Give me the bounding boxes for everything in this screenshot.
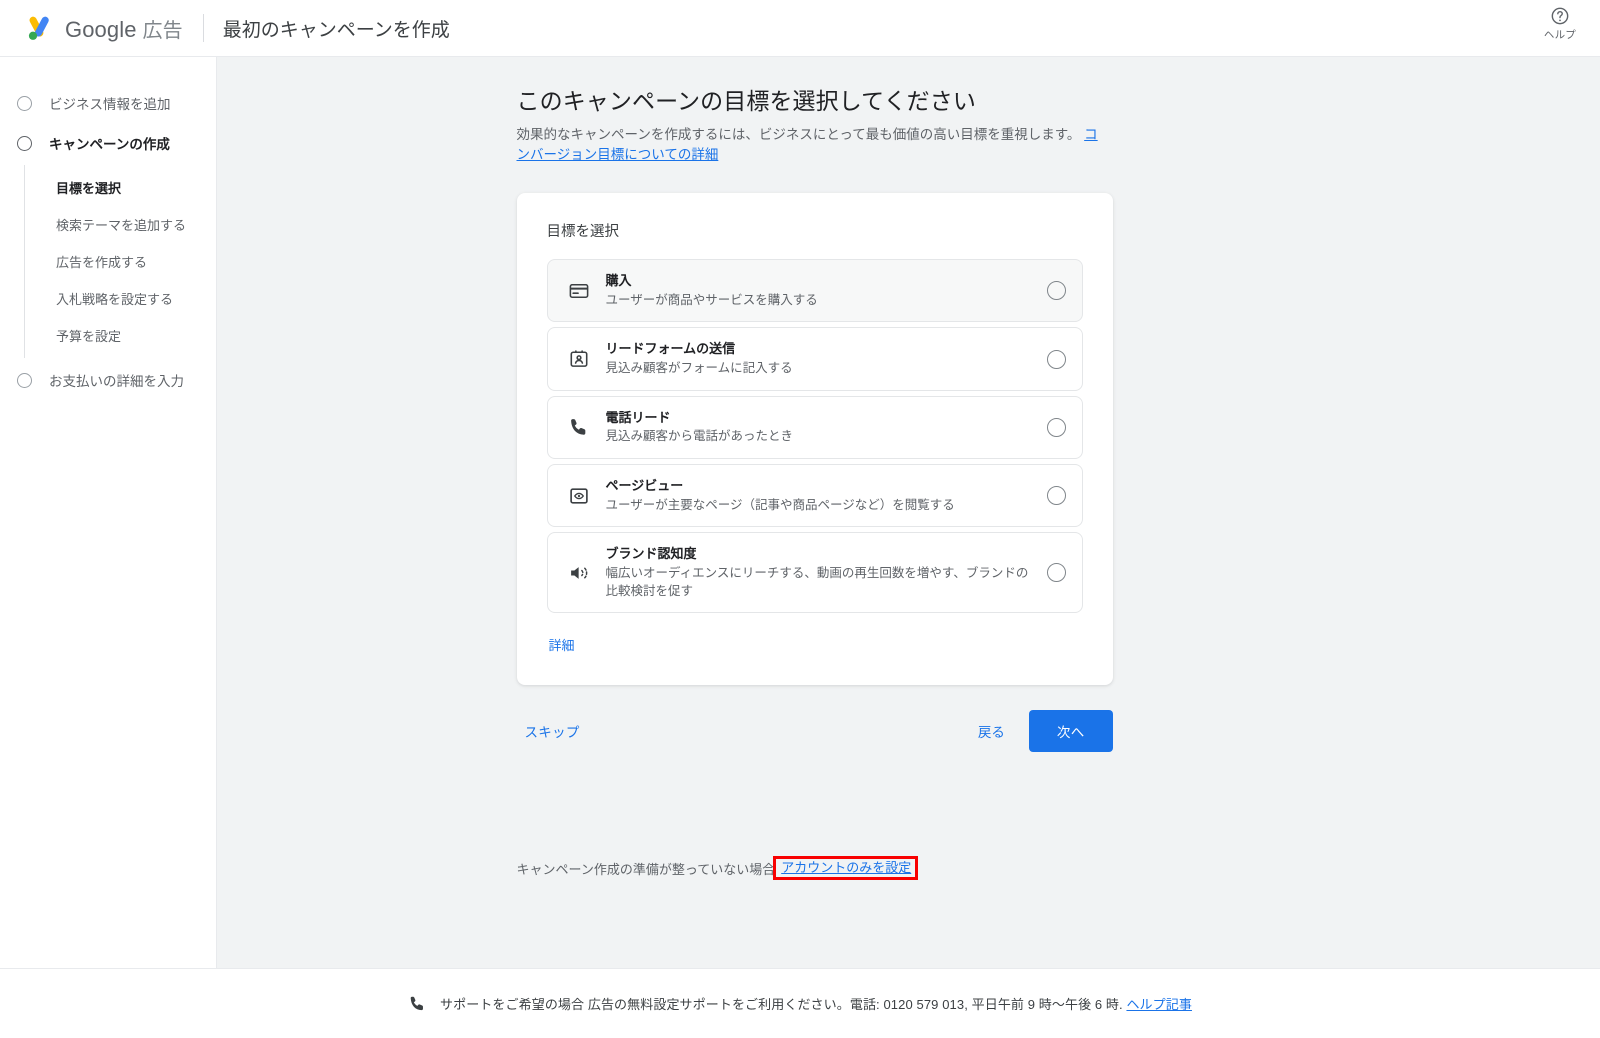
brand-text: Google 広告 [65,14,183,43]
goal-description: 幅広いオーディエンスにリーチする、動画の再生回数を増やす、ブランドの比較検討を促… [605,565,1029,598]
sidebar-item-set-budget[interactable]: 予算を設定 [25,317,216,354]
footer-text-content: サポートをご希望の場合 広告の無料設定サポートをご利用ください。電話: 0120… [440,997,1123,1012]
goal-description: 見込み顧客から電話があったとき [605,429,794,444]
goal-radio-phone-lead[interactable] [1046,417,1066,437]
help-label: ヘルプ [1543,29,1576,41]
goal-description: ユーザーが主要なページ（記事や商品ページなど）を閲覧する [605,497,955,512]
goal-selection-card: 目標を選択 購入 ユーザーが商品やサービスを購入する リードフォームの送信 見込… [516,193,1113,686]
step-circle-icon [17,95,32,111]
page-title: 最初のキャンペーンを作成 [222,19,450,41]
action-bar: スキップ 戻る 次へ [517,710,1113,753]
goal-name: 購入 [605,273,632,289]
goal-option-page-view[interactable]: ページビュー ユーザーが主要なページ（記事や商品ページなど）を閲覧する [546,464,1083,528]
account-only-link[interactable]: アカウントのみを設定 [781,860,911,875]
sidebar-substep-list: 目標を選択 検索テーマを追加する 広告を作成する 入札戦略を設定する 予算を設定 [24,165,216,358]
goal-name: 電話リード [605,409,671,425]
main-heading: このキャンペーンの目標を選択してください [516,88,976,114]
sidebar-item-bidding-strategy[interactable]: 入札戦略を設定する [25,280,216,317]
page-view-eye-icon [562,485,596,507]
goal-option-purchase[interactable]: 購入 ユーザーが商品やサービスを購入する [546,259,1083,323]
goal-texts: ページビュー ユーザーが主要なページ（記事や商品ページなど）を閲覧する [606,477,1047,514]
brand-block[interactable]: Google 広告 [24,13,183,43]
phone-icon [408,994,427,1013]
goal-texts: ブランド認知度 幅広いオーディエンスにリーチする、動画の再生回数を増やす、ブラン… [606,545,1047,600]
sidebar-step-label: ビジネス情報を追加 [49,97,171,112]
google-ads-logo-icon [24,13,54,43]
goal-name: ブランド認知度 [605,546,697,562]
help-circle-icon [1550,6,1570,26]
sidebar-step-business-info[interactable]: ビジネス情報を追加 [0,83,216,123]
app-root: Google 広告 最初のキャンペーンを作成 ヘルプ ビジネス情報を追加 キャン… [0,0,1600,1038]
goal-name: リードフォームの送信 [605,341,736,357]
goal-texts: 購入 ユーザーが商品やサービスを購入する [606,272,1047,309]
goal-option-phone-lead[interactable]: 電話リード 見込み顧客から電話があったとき [546,395,1083,460]
footer-support-text: サポートをご希望の場合 広告の無料設定サポートをご利用ください。電話: 0120… [440,994,1192,1013]
top-bar: Google 広告 最初のキャンペーンを作成 ヘルプ [0,0,1600,57]
step-circle-icon [17,135,32,151]
sidebar-step-label: キャンペーンの作成 [49,137,170,152]
goal-texts: 電話リード 見込み顧客から電話があったとき [606,409,1047,446]
goal-radio-brand-awareness[interactable] [1046,563,1066,583]
goal-option-lead-form-submission[interactable]: リードフォームの送信 見込み顧客がフォームに記入する [546,327,1083,391]
account-only-row: キャンペーン作成の準備が整っていない場合 アカウントのみを設定 [516,856,1117,881]
sidebar-item-select-goal[interactable]: 目標を選択 [25,169,216,206]
goal-card-title: 目標を選択 [546,224,620,241]
brand-google-label: Google [65,16,137,42]
goal-description: ユーザーが商品やサービスを購入する [605,292,818,307]
skip-button[interactable]: スキップ [517,712,588,750]
footer: サポートをご希望の場合 広告の無料設定サポートをご利用ください。電話: 0120… [0,968,1600,1038]
sidebar-step-label: お支払いの詳細を入力 [49,374,184,389]
header-divider [202,14,204,42]
megaphone-speaker-icon [562,562,596,584]
sidebar-step-payment-details[interactable]: お支払いの詳細を入力 [0,360,216,400]
main-subheading: 効果的なキャンペーンを作成するには、ビジネスにとって最も価値の高い目標を重視しま… [517,125,1099,164]
sidebar-item-create-ad[interactable]: 広告を作成する [25,243,216,280]
goal-name: ページビュー [605,478,684,494]
goal-radio-page-view[interactable] [1046,486,1066,506]
help-article-link[interactable]: ヘルプ記事 [1126,997,1192,1012]
help-button[interactable]: ヘルプ [1544,6,1576,42]
sidebar: ビジネス情報を追加 キャンペーンの作成 目標を選択 検索テーマを追加する 広告を… [0,57,217,968]
details-link[interactable]: 詳細 [549,635,575,654]
phone-icon [562,416,596,438]
credit-card-icon [562,280,596,302]
content-column: このキャンペーンの目標を選択してください 効果的なキャンペーンを作成するには、ビ… [516,57,1117,881]
goal-texts: リードフォームの送信 見込み顧客がフォームに記入する [606,340,1047,377]
brand-suffix-label: 広告 [142,19,183,42]
goal-radio-lead-form-submission[interactable] [1046,349,1066,369]
goal-option-brand-awareness[interactable]: ブランド認知度 幅広いオーディエンスにリーチする、動画の再生回数を増やす、ブラン… [546,532,1083,614]
sidebar-item-add-search-themes[interactable]: 検索テーマを追加する [25,206,216,243]
next-button[interactable]: 次へ [1028,710,1113,753]
subheading-text: 効果的なキャンペーンを作成するには、ビジネスにとって最も価値の高い目標を重視しま… [516,127,1085,142]
account-only-highlight-box: アカウントのみを設定 [773,856,919,881]
back-button[interactable]: 戻る [964,712,1019,750]
goal-option-list: 購入 ユーザーが商品やサービスを購入する リードフォームの送信 見込み顧客がフォ… [546,259,1083,614]
body-row: ビジネス情報を追加 キャンペーンの作成 目標を選択 検索テーマを追加する 広告を… [0,57,1600,968]
account-only-prefix: キャンペーン作成の準備が整っていない場合 [516,861,776,877]
sidebar-step-create-campaign[interactable]: キャンペーンの作成 [0,123,216,163]
main-content: このキャンペーンの目標を選択してください 効果的なキャンペーンを作成するには、ビ… [217,57,1600,968]
contact-card-icon [562,348,596,370]
goal-radio-purchase[interactable] [1046,281,1066,301]
step-circle-icon [17,372,32,388]
goal-description: 見込み顧客がフォームに記入する [605,360,793,375]
